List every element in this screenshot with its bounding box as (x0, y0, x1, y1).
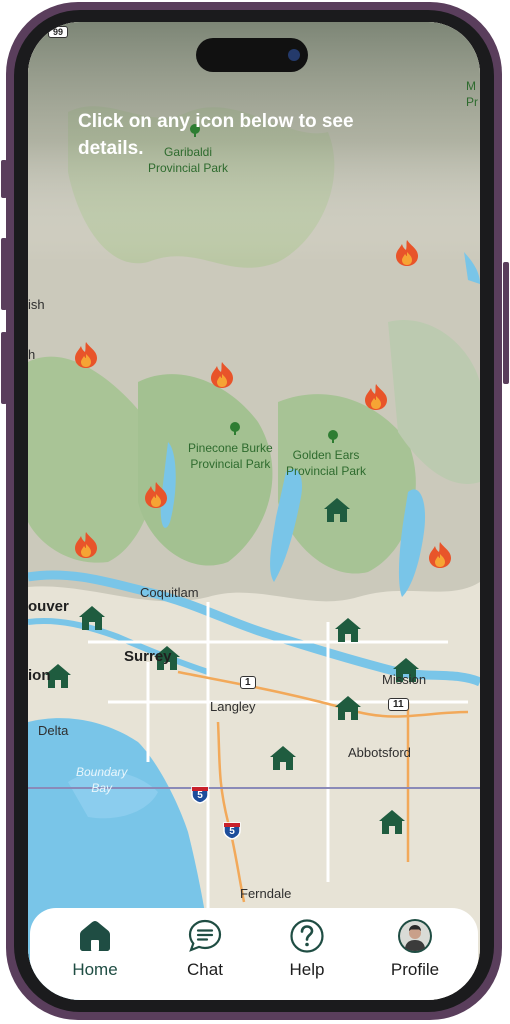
label-richmond: ion (28, 667, 51, 684)
nav-home-label: Home (72, 960, 118, 979)
home-icon (80, 921, 110, 951)
nav-chat-label: Chat (187, 960, 223, 979)
instruction-text: Click on any icon below to see details. (78, 111, 354, 159)
interstate-5-shield: 5 (222, 820, 242, 840)
highway-1-shield: 1 (240, 676, 256, 689)
help-icon (290, 919, 324, 953)
label-langley: Langley (210, 699, 256, 714)
nav-profile[interactable]: Profile (370, 918, 460, 988)
power-button (503, 262, 509, 384)
label-mission: Mission (382, 672, 427, 687)
bottom-nav: Home Chat Help Profile (30, 908, 478, 1000)
highway-11-shield: 11 (388, 698, 409, 711)
label-golden-ears-park: Golden Ears Provincial Park (286, 448, 367, 478)
label-edge-left-2: h (28, 347, 36, 362)
label-coquitlam: Coquitlam (140, 585, 199, 600)
nav-help-label: Help (289, 960, 325, 979)
label-edge-right: M Pr (466, 79, 478, 109)
mute-switch (1, 160, 7, 198)
label-abbotsford: Abbotsford (348, 745, 411, 760)
label-delta: Delta (38, 723, 69, 738)
label-vancouver: ouver (28, 598, 69, 615)
volume-up-button (1, 238, 7, 310)
screen: Garibaldi Provincial Park Pinecone Burke P… (28, 22, 480, 1000)
camera-icon (288, 49, 300, 61)
avatar (398, 919, 432, 953)
dynamic-island (196, 38, 308, 72)
label-boundary-bay: Boundary Bay (76, 765, 128, 795)
highway-99-shield: 99 (48, 26, 69, 38)
map-view[interactable] (28, 22, 480, 1000)
interstate-5-shield: 5 (190, 784, 210, 804)
nav-home[interactable]: Home (50, 918, 140, 988)
nav-help[interactable]: Help (262, 918, 352, 988)
volume-down-button (1, 332, 7, 404)
label-pinecone-burke-park: Pinecone Burke Provincial Park (188, 441, 273, 471)
label-ferndale: Ferndale (240, 886, 292, 901)
chat-icon (188, 919, 222, 952)
nav-chat[interactable]: Chat (160, 918, 250, 988)
nav-profile-label: Profile (390, 960, 440, 979)
label-edge-left-1: ish (28, 297, 45, 312)
label-surrey: Surrey (124, 648, 172, 665)
